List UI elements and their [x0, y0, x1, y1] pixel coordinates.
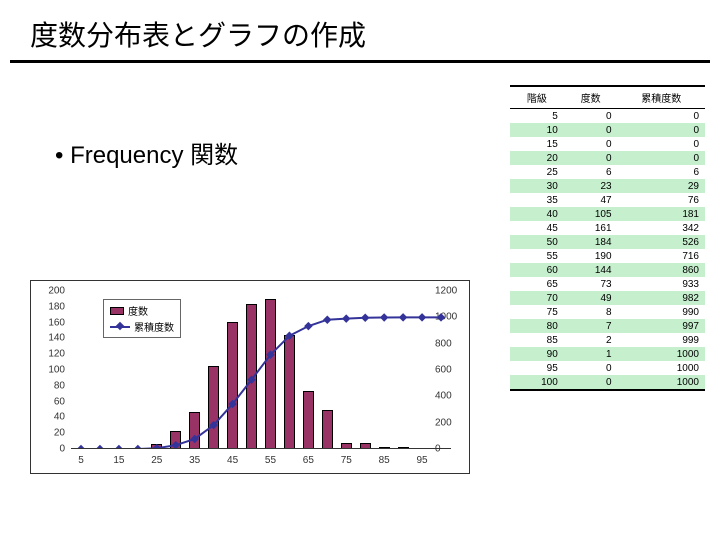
- table-row: 302329: [510, 179, 705, 193]
- legend-bar-swatch: [110, 307, 124, 315]
- table-cell: 25: [510, 165, 564, 179]
- y-axis-left: 020406080100120140160180200: [31, 291, 69, 449]
- table-cell: 1000: [618, 347, 705, 361]
- table-row: 807997: [510, 319, 705, 333]
- table-cell: 342: [618, 221, 705, 235]
- table-cell: 45: [510, 221, 564, 235]
- table-cell: 15: [510, 137, 564, 151]
- table-cell: 997: [618, 319, 705, 333]
- table-row: 9011000: [510, 347, 705, 361]
- legend-line-row: 累積度数: [110, 319, 174, 334]
- table-cell: 6: [564, 165, 618, 179]
- table-cell: 55: [510, 249, 564, 263]
- legend-line-swatch: [110, 326, 130, 328]
- table-cell: 95: [510, 361, 564, 375]
- table-cell: 0: [564, 361, 618, 375]
- table-cell: 0: [564, 109, 618, 124]
- table-cell: 526: [618, 235, 705, 249]
- table-cell: 161: [564, 221, 618, 235]
- table-row: 2566: [510, 165, 705, 179]
- table-row: 50184526: [510, 235, 705, 249]
- th-class: 階級: [510, 86, 564, 109]
- table-cell: 0: [618, 123, 705, 137]
- table-cell: 860: [618, 263, 705, 277]
- table-row: 10001000: [510, 375, 705, 390]
- table-cell: 999: [618, 333, 705, 347]
- table-cell: 2: [564, 333, 618, 347]
- table-cell: 75: [510, 305, 564, 319]
- table-cell: 0: [564, 375, 618, 390]
- table-row: 60144860: [510, 263, 705, 277]
- table-cell: 7: [564, 319, 618, 333]
- table-row: 1000: [510, 123, 705, 137]
- table-row: 7049982: [510, 291, 705, 305]
- table-row: 40105181: [510, 207, 705, 221]
- table-cell: 100: [510, 375, 564, 390]
- table-cell: 105: [564, 207, 618, 221]
- table-cell: 0: [564, 151, 618, 165]
- table-body: 5001000150020002566302329354776401051814…: [510, 109, 705, 391]
- table-row: 6573933: [510, 277, 705, 291]
- table-cell: 60: [510, 263, 564, 277]
- table-row: 354776: [510, 193, 705, 207]
- table-cell: 70: [510, 291, 564, 305]
- table-cell: 49: [564, 291, 618, 305]
- table-cell: 1000: [618, 361, 705, 375]
- table-cell: 716: [618, 249, 705, 263]
- chart-container: 020406080100120140160180200 020040060080…: [30, 280, 470, 474]
- table-row: 9501000: [510, 361, 705, 375]
- table-cell: 8: [564, 305, 618, 319]
- table-cell: 90: [510, 347, 564, 361]
- table-cell: 184: [564, 235, 618, 249]
- table-cell: 982: [618, 291, 705, 305]
- legend-bar-label: 度数: [128, 303, 148, 318]
- table-cell: 20: [510, 151, 564, 165]
- table-cell: 181: [618, 207, 705, 221]
- legend-line-label: 累積度数: [134, 319, 174, 334]
- bullet-text: Frequency 関数: [55, 135, 238, 170]
- table-cell: 80: [510, 319, 564, 333]
- table-cell: 35: [510, 193, 564, 207]
- page-title: 度数分布表とグラフの作成: [10, 0, 710, 63]
- table-cell: 40: [510, 207, 564, 221]
- table-cell: 1000: [618, 375, 705, 390]
- table-cell: 47: [564, 193, 618, 207]
- table-cell: 190: [564, 249, 618, 263]
- table-cell: 0: [618, 109, 705, 124]
- table-cell: 0: [618, 137, 705, 151]
- table-cell: 23: [564, 179, 618, 193]
- chart-legend: 度数 累積度数: [103, 299, 181, 338]
- table-cell: 990: [618, 305, 705, 319]
- table-row: 55190716: [510, 249, 705, 263]
- table-cell: 0: [564, 123, 618, 137]
- table-cell: 6: [618, 165, 705, 179]
- table-cell: 0: [618, 151, 705, 165]
- table-cell: 144: [564, 263, 618, 277]
- table-row: 1500: [510, 137, 705, 151]
- table-row: 45161342: [510, 221, 705, 235]
- table-cell: 5: [510, 109, 564, 124]
- table-row: 500: [510, 109, 705, 124]
- x-axis: 5152535455565758595: [71, 455, 451, 469]
- table-cell: 50: [510, 235, 564, 249]
- table-row: 852999: [510, 333, 705, 347]
- th-cum: 累積度数: [618, 86, 705, 109]
- chart-baseline: [71, 448, 451, 449]
- th-freq: 度数: [564, 86, 618, 109]
- table-cell: 0: [564, 137, 618, 151]
- table-cell: 73: [564, 277, 618, 291]
- frequency-table: 階級 度数 累積度数 50010001500200025663023293547…: [510, 85, 705, 391]
- table-cell: 29: [618, 179, 705, 193]
- table-cell: 85: [510, 333, 564, 347]
- table-cell: 1: [564, 347, 618, 361]
- table-cell: 933: [618, 277, 705, 291]
- legend-bar-row: 度数: [110, 303, 174, 318]
- table-cell: 10: [510, 123, 564, 137]
- table-row: 2000: [510, 151, 705, 165]
- table-cell: 76: [618, 193, 705, 207]
- table-cell: 30: [510, 179, 564, 193]
- table-header-row: 階級 度数 累積度数: [510, 86, 705, 109]
- table-row: 758990: [510, 305, 705, 319]
- table-cell: 65: [510, 277, 564, 291]
